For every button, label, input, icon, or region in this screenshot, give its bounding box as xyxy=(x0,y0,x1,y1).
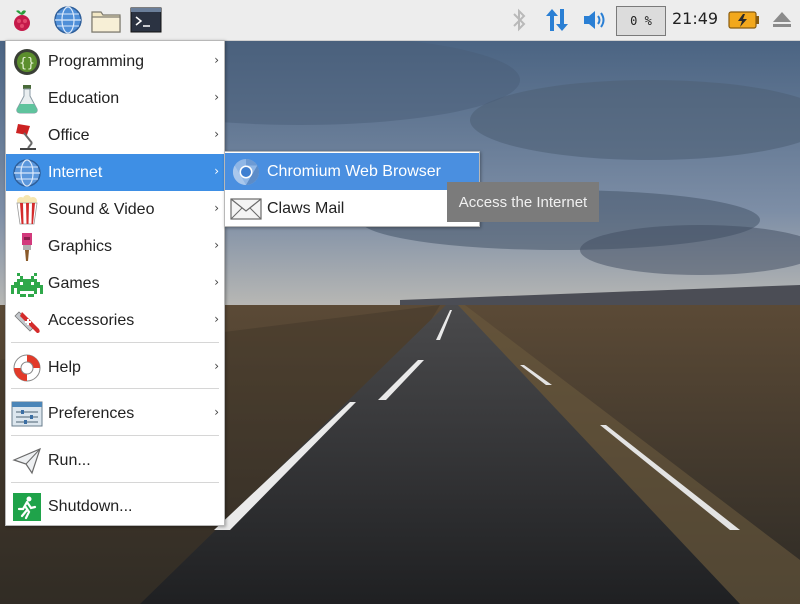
raspberry-menu-icon[interactable] xyxy=(6,4,38,36)
envelope-icon xyxy=(229,192,263,226)
menu-item-label: Graphics xyxy=(48,237,113,255)
clock[interactable]: 21:49 xyxy=(672,9,718,28)
bluetooth-icon[interactable] xyxy=(503,4,535,36)
office-lamp-icon xyxy=(10,119,44,153)
menu-item-office[interactable]: Office › xyxy=(6,117,224,154)
paper-plane-icon xyxy=(10,444,44,478)
menu-separator xyxy=(11,342,219,343)
menu-item-education[interactable]: Education › xyxy=(6,80,224,117)
menu-separator xyxy=(11,435,219,436)
menu-separator xyxy=(11,388,219,389)
svg-text:{}: {} xyxy=(19,56,35,71)
education-flask-icon xyxy=(10,82,44,116)
submenu-arrow-icon: › xyxy=(214,359,219,373)
chromium-icon xyxy=(229,155,263,189)
submenu-arrow-icon: › xyxy=(214,164,219,178)
file-manager-icon[interactable] xyxy=(90,4,122,36)
menu-separator xyxy=(11,482,219,483)
lifebuoy-icon xyxy=(10,351,44,385)
menu-item-label: Accessories xyxy=(48,311,135,329)
menu-item-label: Internet xyxy=(48,163,103,181)
submenu-arrow-icon: › xyxy=(214,275,219,289)
menu-item-label: Education xyxy=(48,89,120,107)
paintbrush-icon xyxy=(10,230,44,264)
terminal-icon[interactable] xyxy=(130,4,162,36)
submenu-arrow-icon: › xyxy=(214,53,219,67)
volume-icon[interactable] xyxy=(579,4,611,36)
submenu-arrow-icon: › xyxy=(214,201,219,215)
menu-item-run[interactable]: Run... xyxy=(6,442,224,479)
menu-item-label: Preferences xyxy=(48,404,135,422)
battery-charging-icon[interactable] xyxy=(728,4,760,36)
eject-icon[interactable] xyxy=(766,4,798,36)
menu-item-graphics[interactable]: Graphics › xyxy=(6,228,224,265)
menu-item-games[interactable]: Games › xyxy=(6,265,224,302)
submenu-arrow-icon: › xyxy=(214,90,219,104)
tooltip: Access the Internet xyxy=(447,182,599,222)
space-invader-icon xyxy=(10,267,44,301)
web-browser-icon[interactable] xyxy=(52,4,84,36)
popcorn-icon xyxy=(10,193,44,227)
programming-icon: {} xyxy=(10,45,44,79)
network-updown-icon[interactable] xyxy=(541,4,573,36)
menu-item-label: Help xyxy=(48,358,81,376)
menu-item-chromium[interactable]: Chromium Web Browser xyxy=(225,153,479,190)
submenu-arrow-icon: › xyxy=(214,312,219,326)
cpu-usage-monitor[interactable]: 0 % xyxy=(616,6,666,36)
menu-item-label: Run... xyxy=(48,451,91,469)
menu-item-help[interactable]: Help › xyxy=(6,349,224,386)
preferences-sliders-icon xyxy=(10,397,44,431)
menu-item-accessories[interactable]: Accessories › xyxy=(6,302,224,339)
main-menu: {} Programming › Education › Office › In… xyxy=(5,40,225,526)
submenu-arrow-icon: › xyxy=(214,127,219,141)
menu-item-sound-video[interactable]: Sound & Video › xyxy=(6,191,224,228)
swiss-knife-icon xyxy=(10,304,44,338)
globe-icon xyxy=(10,156,44,190)
menu-item-label: Programming xyxy=(48,52,145,70)
exit-running-man-icon xyxy=(10,490,44,524)
internet-submenu: Chromium Web Browser Claws Mail xyxy=(224,151,480,227)
menu-item-label: Games xyxy=(48,274,100,292)
submenu-arrow-icon: › xyxy=(214,238,219,252)
menu-item-label: Office xyxy=(48,126,90,144)
menu-item-label: Chromium Web Browser xyxy=(267,162,441,180)
menu-item-programming[interactable]: {} Programming › xyxy=(6,43,224,80)
menu-item-label: Sound & Video xyxy=(48,200,155,218)
menu-item-claws-mail[interactable]: Claws Mail xyxy=(225,190,479,227)
submenu-arrow-icon: › xyxy=(214,405,219,419)
taskbar: 0 % 21:49 xyxy=(0,0,800,41)
menu-item-label: Claws Mail xyxy=(267,199,345,217)
menu-item-label: Shutdown... xyxy=(48,497,133,515)
menu-item-shutdown[interactable]: Shutdown... xyxy=(6,488,224,525)
menu-item-internet[interactable]: Internet › xyxy=(6,154,224,191)
menu-item-preferences[interactable]: Preferences › xyxy=(6,395,224,432)
